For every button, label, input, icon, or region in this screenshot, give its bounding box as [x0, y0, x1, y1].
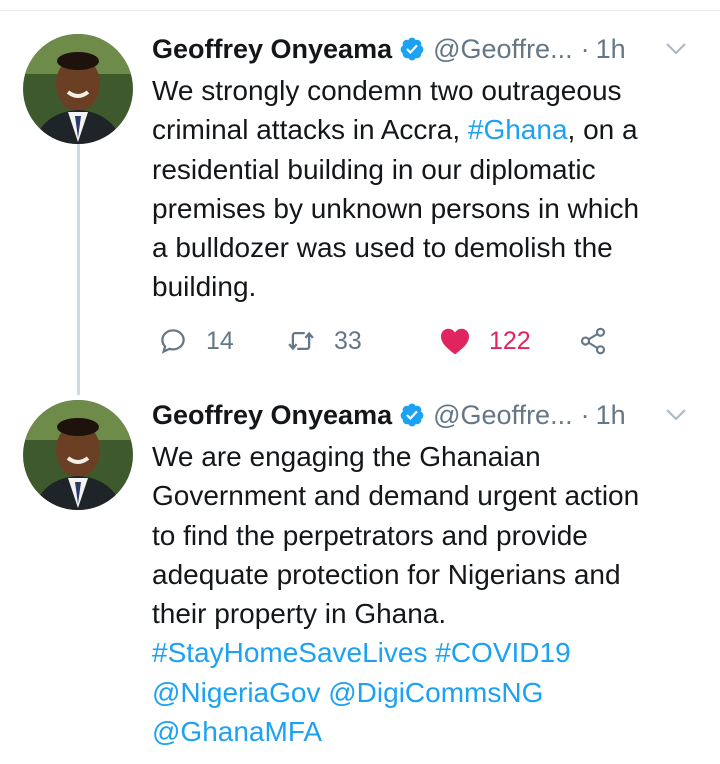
author-name[interactable]: Geoffrey Onyeama — [152, 34, 392, 65]
tweet-text: We are engaging the Ghanaian Government … — [152, 437, 704, 751]
avatar-photo — [23, 400, 133, 510]
text-line: to find the perpetrators and provide — [152, 519, 588, 551]
retweet-button[interactable]: 33 — [286, 326, 362, 356]
text-line: We are engaging the Ghanaian — [152, 441, 541, 472]
text-line: a bulldozer was used to demolish the — [152, 232, 613, 264]
tweet-header: Geoffrey Onyeama @Geoffre... · 1h — [152, 34, 704, 64]
avatar[interactable] — [23, 400, 133, 510]
tweet-content: Geoffrey Onyeama @Geoffre... · 1h We are… — [152, 400, 704, 751]
text-line: Government and demand urgent action — [152, 480, 640, 512]
avatar[interactable] — [23, 34, 133, 144]
top-divider — [0, 10, 720, 11]
text-line: adequate protection for Nigerians and — [152, 558, 621, 590]
chevron-down-icon[interactable] — [664, 405, 688, 425]
tweet-header: Geoffrey Onyeama @Geoffre... · 1h — [152, 400, 704, 430]
share-icon — [580, 327, 606, 355]
tweet-actions: 14 33 122 — [158, 326, 638, 356]
chevron-down-icon[interactable] — [664, 39, 688, 59]
reply-count: 14 — [206, 326, 234, 355]
heart-icon — [441, 328, 469, 355]
avatar-photo — [23, 34, 133, 144]
verified-badge-icon — [400, 37, 424, 61]
separator: · — [580, 33, 590, 64]
reply-icon — [161, 329, 185, 354]
mention-link[interactable]: @GhanaMFA — [152, 712, 704, 751]
share-button[interactable] — [578, 326, 608, 356]
text-line: premises by unknown persons in which — [152, 192, 640, 224]
timestamp[interactable]: 1h — [596, 34, 626, 65]
text-line: their property in Ghana. — [152, 598, 447, 630]
retweet-icon — [288, 331, 314, 351]
separator: · — [580, 399, 590, 430]
tweet-content: Geoffrey Onyeama @Geoffre... · 1h We str… — [152, 34, 704, 307]
text-line: building. — [152, 271, 257, 303]
author-handle[interactable]: @Geoffre... — [433, 400, 572, 431]
retweet-count: 33 — [334, 326, 362, 355]
text-line: residential building in our diplomatic — [152, 153, 596, 185]
verified-badge-icon — [400, 403, 424, 427]
author-handle[interactable]: @Geoffre... — [433, 34, 572, 65]
text-line: We strongly condemn two outrageous — [152, 75, 622, 106]
reply-button[interactable]: 14 — [158, 326, 234, 356]
tweet-text: We strongly condemn two outrageous crimi… — [152, 71, 704, 307]
hashtag-link[interactable]: #Ghana — [468, 114, 568, 145]
mention-links[interactable]: @NigeriaGov @DigiCommsNG — [152, 673, 704, 712]
like-button[interactable]: 122 — [439, 326, 531, 356]
like-count: 122 — [489, 326, 531, 355]
timestamp[interactable]: 1h — [596, 400, 626, 431]
text-line: criminal attacks in Accra, #Ghana, on a — [152, 114, 638, 146]
thread-connector-line — [77, 143, 80, 395]
author-name[interactable]: Geoffrey Onyeama — [152, 400, 392, 431]
hashtag-links[interactable]: #StayHomeSaveLives #COVID19 — [152, 633, 704, 672]
